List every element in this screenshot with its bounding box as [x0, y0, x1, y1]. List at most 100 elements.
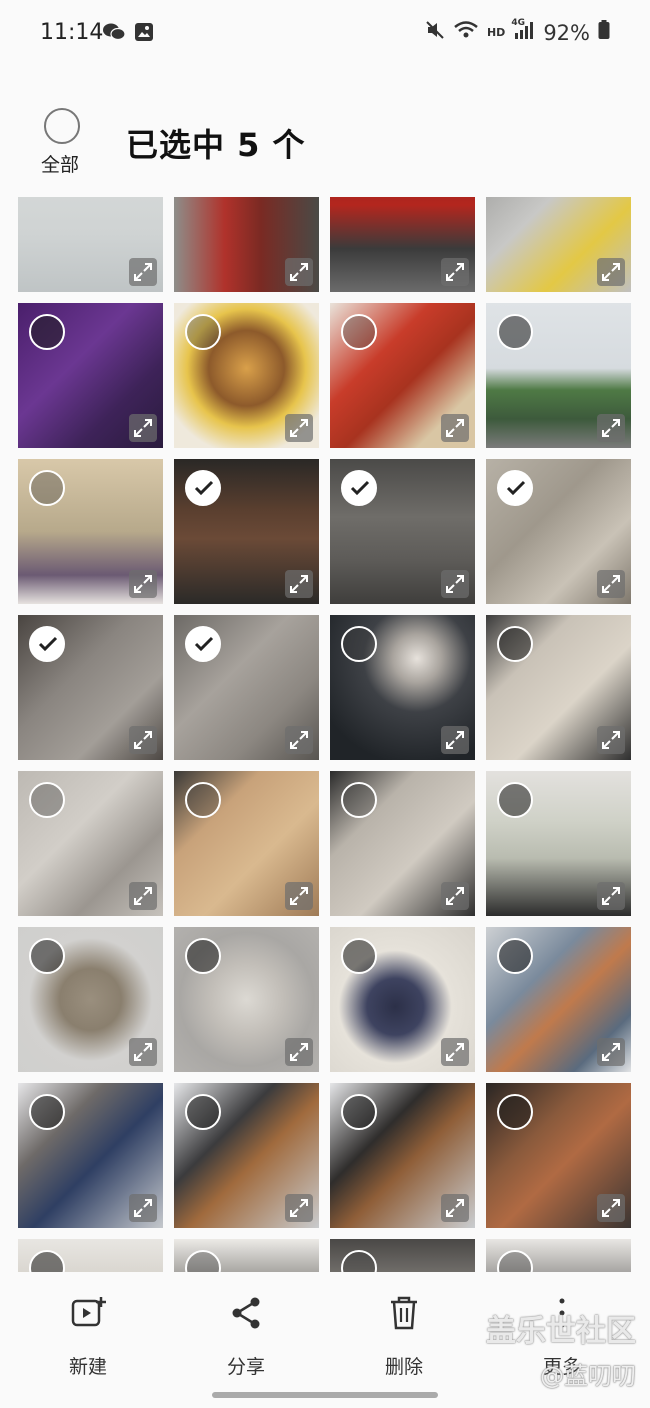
checked-checkbox[interactable]	[185, 626, 221, 662]
photo-thumbnail[interactable]	[174, 303, 319, 448]
photo-thumbnail[interactable]	[18, 771, 163, 916]
select-checkbox[interactable]	[185, 1250, 221, 1272]
select-all-label: 全部	[40, 154, 79, 176]
photo-thumbnail[interactable]	[174, 1083, 319, 1228]
photo-thumbnail[interactable]	[174, 771, 319, 916]
select-checkbox[interactable]	[185, 782, 221, 818]
home-indicator[interactable]	[212, 1392, 438, 1398]
photo-thumbnail[interactable]	[330, 459, 475, 604]
select-checkbox[interactable]	[341, 1250, 377, 1272]
mute-icon	[425, 20, 445, 46]
select-checkbox[interactable]	[497, 938, 533, 974]
select-checkbox[interactable]	[29, 938, 65, 974]
select-checkbox[interactable]	[185, 1094, 221, 1130]
photo-thumbnail[interactable]	[330, 771, 475, 916]
select-checkbox[interactable]	[497, 782, 533, 818]
select-checkbox[interactable]	[341, 938, 377, 974]
share-button[interactable]: 分享	[196, 1294, 296, 1379]
photo-thumbnail[interactable]	[330, 615, 475, 760]
expand-icon[interactable]	[597, 1038, 625, 1066]
delete-button[interactable]: 删除	[354, 1294, 454, 1379]
expand-icon[interactable]	[129, 1194, 157, 1222]
expand-icon[interactable]	[285, 726, 313, 754]
photo-thumbnail[interactable]	[486, 771, 631, 916]
photo-thumbnail[interactable]	[18, 1083, 163, 1228]
photo-thumbnail[interactable]	[18, 303, 163, 448]
expand-icon[interactable]	[441, 414, 469, 442]
select-checkbox[interactable]	[29, 1094, 65, 1130]
select-checkbox[interactable]	[185, 938, 221, 974]
select-all-checkbox[interactable]	[44, 108, 80, 144]
select-checkbox[interactable]	[497, 314, 533, 350]
status-right: HD 4G 92%	[425, 18, 610, 46]
select-checkbox[interactable]	[29, 782, 65, 818]
checked-checkbox[interactable]	[185, 470, 221, 506]
expand-icon[interactable]	[285, 570, 313, 598]
expand-icon[interactable]	[597, 570, 625, 598]
select-checkbox[interactable]	[29, 314, 65, 350]
expand-icon[interactable]	[285, 1038, 313, 1066]
expand-icon[interactable]	[441, 1038, 469, 1066]
expand-icon[interactable]	[597, 726, 625, 754]
expand-icon[interactable]	[129, 258, 157, 286]
expand-icon[interactable]	[441, 882, 469, 910]
photo-thumbnail[interactable]	[330, 927, 475, 1072]
photo-thumbnail[interactable]	[486, 459, 631, 604]
photo-thumbnail[interactable]	[18, 615, 163, 760]
expand-icon[interactable]	[597, 882, 625, 910]
expand-icon[interactable]	[285, 258, 313, 286]
photo-thumbnail[interactable]	[18, 197, 163, 292]
expand-icon[interactable]	[441, 570, 469, 598]
select-all-toggle[interactable]: 全部	[40, 108, 84, 177]
new-button[interactable]: 新建	[38, 1294, 138, 1379]
photo-thumbnail[interactable]	[18, 927, 163, 1072]
photo-thumbnail[interactable]	[486, 1083, 631, 1228]
checked-checkbox[interactable]	[341, 470, 377, 506]
photo-thumbnail[interactable]	[174, 197, 319, 292]
checked-checkbox[interactable]	[497, 470, 533, 506]
expand-icon[interactable]	[129, 570, 157, 598]
expand-icon[interactable]	[129, 414, 157, 442]
expand-icon[interactable]	[597, 414, 625, 442]
photo-thumbnail[interactable]	[174, 459, 319, 604]
network-label: 4G	[511, 18, 525, 28]
select-checkbox[interactable]	[341, 314, 377, 350]
select-checkbox[interactable]	[341, 1094, 377, 1130]
expand-icon[interactable]	[285, 882, 313, 910]
photo-thumbnail[interactable]	[330, 1239, 475, 1272]
expand-icon[interactable]	[285, 414, 313, 442]
photo-thumbnail[interactable]	[330, 197, 475, 292]
select-checkbox[interactable]	[29, 1250, 65, 1272]
select-checkbox[interactable]	[497, 1250, 533, 1272]
select-checkbox[interactable]	[341, 626, 377, 662]
share-label: 分享	[226, 1356, 265, 1378]
photo-thumbnail[interactable]	[174, 1239, 319, 1272]
select-checkbox[interactable]	[185, 314, 221, 350]
expand-icon[interactable]	[129, 1038, 157, 1066]
expand-icon[interactable]	[129, 882, 157, 910]
select-checkbox[interactable]	[497, 1094, 533, 1130]
select-checkbox[interactable]	[497, 626, 533, 662]
expand-icon[interactable]	[597, 258, 625, 286]
select-checkbox[interactable]	[341, 782, 377, 818]
photo-thumbnail[interactable]	[174, 615, 319, 760]
checked-checkbox[interactable]	[29, 626, 65, 662]
expand-icon[interactable]	[441, 726, 469, 754]
expand-icon[interactable]	[441, 258, 469, 286]
photo-thumbnail[interactable]	[486, 1239, 631, 1272]
photo-thumbnail[interactable]	[18, 1239, 163, 1272]
select-checkbox[interactable]	[29, 470, 65, 506]
photo-thumbnail[interactable]	[18, 459, 163, 604]
photo-thumbnail[interactable]	[486, 197, 631, 292]
photo-grid-viewport[interactable]	[0, 197, 650, 1272]
photo-thumbnail[interactable]	[330, 1083, 475, 1228]
photo-thumbnail[interactable]	[174, 927, 319, 1072]
expand-icon[interactable]	[441, 1194, 469, 1222]
photo-thumbnail[interactable]	[486, 927, 631, 1072]
expand-icon[interactable]	[597, 1194, 625, 1222]
expand-icon[interactable]	[129, 726, 157, 754]
expand-icon[interactable]	[285, 1194, 313, 1222]
photo-thumbnail[interactable]	[486, 615, 631, 760]
photo-thumbnail[interactable]	[486, 303, 631, 448]
photo-thumbnail[interactable]	[330, 303, 475, 448]
